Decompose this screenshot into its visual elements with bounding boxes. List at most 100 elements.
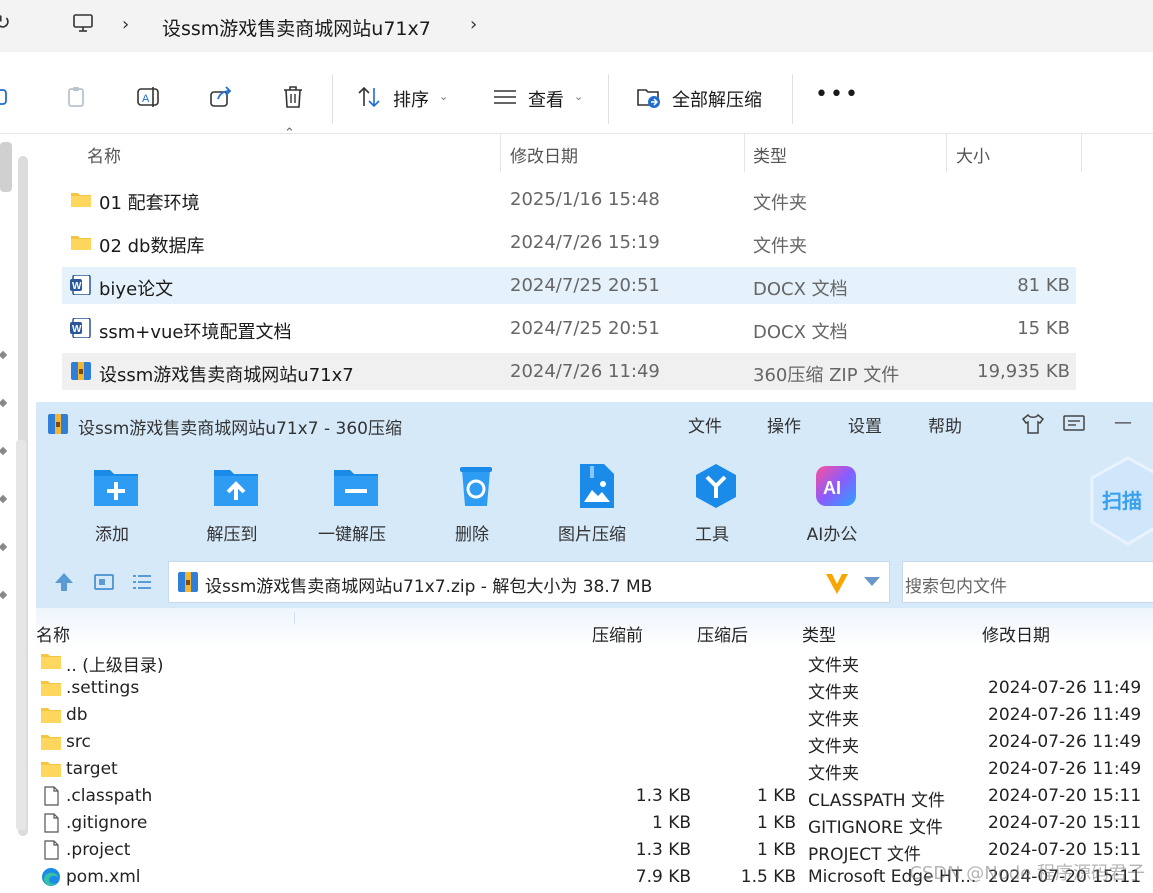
column-divider[interactable] — [294, 612, 295, 624]
thumbnail-view-icon[interactable] — [92, 570, 116, 594]
tools-button[interactable]: 工具 — [662, 458, 762, 548]
svg-text:A: A — [142, 93, 150, 105]
path-dropdown-icon[interactable] — [864, 577, 880, 586]
menu-operation[interactable]: 操作 — [767, 412, 801, 437]
view-button-label[interactable]: 查看 — [528, 86, 564, 112]
file-modified: 2024/7/25 20:51 — [510, 318, 660, 339]
column-name[interactable]: 名称 — [36, 621, 70, 646]
archive-path-field[interactable]: 设ssm游戏售卖商城网站u71x7.zip - 解包大小为 38.7 MB — [168, 561, 890, 603]
zip-entry-row[interactable]: .settings 文件夹 2024-07-26 11:49 — [36, 675, 1153, 703]
feedback-message-icon[interactable] — [1062, 412, 1086, 436]
scan-button[interactable]: 扫描 — [1088, 456, 1153, 546]
expand-chevron-icon[interactable] — [0, 542, 8, 552]
sort-icon[interactable] — [356, 84, 382, 110]
refresh-icon[interactable]: ↻ — [0, 10, 11, 34]
zip-archive-icon — [71, 362, 91, 380]
expand-chevron-icon[interactable] — [0, 398, 8, 408]
archive-search-input[interactable]: 搜索包内文件 — [902, 561, 1153, 603]
skin-shirt-icon[interactable] — [1020, 412, 1046, 436]
column-compressed-before[interactable]: 压缩前 — [592, 621, 643, 646]
rename-icon[interactable]: A — [136, 84, 162, 110]
column-modified[interactable]: 修改日期 — [982, 621, 1050, 646]
tools-icon — [696, 464, 736, 508]
file-icon — [44, 813, 59, 833]
extract-to-button[interactable]: 解压到 — [182, 458, 282, 548]
one-click-extract-button[interactable]: 一键解压 — [302, 458, 402, 548]
file-icon — [44, 786, 59, 806]
explorer-scrollbar[interactable] — [16, 440, 26, 830]
screen: ↻ › 设ssm游戏售卖商城网站u71x7 › A 排序 ⌄ 查看 ⌄ 全部解压… — [0, 0, 1153, 893]
entry-modified: 2024-07-20 15:11 — [988, 813, 1142, 833]
entry-size-before: 1 KB — [651, 813, 691, 833]
column-compressed-after[interactable]: 压缩后 — [697, 621, 748, 646]
breadcrumb-current[interactable]: 设ssm游戏售卖商城网站u71x7 — [162, 14, 431, 41]
zip-app-icon — [48, 414, 68, 434]
zip-entry-row[interactable]: .. (上级目录) 文件夹 — [36, 648, 1153, 676]
toolbar-divider — [792, 74, 793, 124]
zip-entry-row[interactable]: .classpath 1.3 KB 1 KB CLASSPATH 文件 2024… — [36, 783, 1153, 811]
minimize-icon[interactable]: — — [1114, 412, 1132, 433]
view-icon[interactable] — [492, 84, 518, 110]
expand-chevron-icon[interactable] — [0, 494, 8, 504]
chevron-down-icon[interactable]: ⌄ — [439, 90, 448, 103]
extract-all-button-label[interactable]: 全部解压缩 — [672, 86, 762, 112]
file-row[interactable]: 01 配套环境 2025/1/16 15:48 文件夹 — [62, 181, 1076, 218]
more-options-icon[interactable]: ••• — [815, 82, 860, 107]
zip-entry-row[interactable]: .gitignore 1 KB 1 KB GITIGNORE 文件 2024-0… — [36, 810, 1153, 838]
file-row[interactable]: 02 db数据库 2024/7/26 15:19 文件夹 — [62, 224, 1076, 261]
column-divider[interactable] — [744, 134, 745, 172]
file-row[interactable]: W ssm+vue环境配置文档 2024/7/25 20:51 DOCX 文档 … — [62, 310, 1076, 347]
this-pc-icon[interactable] — [72, 12, 94, 34]
list-view-icon[interactable] — [130, 570, 154, 594]
column-divider[interactable] — [1081, 134, 1082, 172]
menu-settings[interactable]: 设置 — [848, 412, 882, 437]
file-type: DOCX 文档 — [753, 322, 848, 343]
file-modified: 2024/7/26 15:19 — [510, 232, 660, 253]
folder-icon — [41, 735, 61, 750]
delete-icon[interactable] — [280, 84, 306, 110]
zip-entry-row[interactable]: db 文件夹 2024-07-26 11:49 — [36, 702, 1153, 730]
zip-entry-row[interactable]: src 文件夹 2024-07-26 11:49 — [36, 729, 1153, 757]
entry-type: CLASSPATH 文件 — [808, 791, 945, 811]
column-modified[interactable]: 修改日期 — [510, 142, 578, 167]
expand-chevron-icon[interactable] — [0, 350, 8, 360]
add-button[interactable]: 添加 — [62, 458, 162, 548]
paste-icon[interactable] — [64, 84, 90, 110]
column-size[interactable]: 大小 — [956, 142, 990, 167]
column-divider[interactable] — [946, 134, 947, 172]
file-row[interactable]: 设ssm游戏售卖商城网站u71x7 2024/7/26 11:49 360压缩 … — [62, 353, 1076, 390]
expand-chevron-icon[interactable] — [0, 446, 8, 456]
expand-chevron-icon[interactable] — [0, 590, 8, 600]
zip-window: 设ssm游戏售卖商城网站u71x7 - 360压缩 文件 操作 设置 帮助 — … — [36, 402, 1153, 893]
ai-office-button[interactable]: AI AI办公 — [782, 458, 882, 548]
entry-type: 文件夹 — [808, 656, 859, 676]
column-type[interactable]: 类型 — [753, 142, 787, 167]
extract-all-icon[interactable] — [636, 84, 662, 110]
column-name[interactable]: 名称 — [87, 142, 121, 167]
menu-help[interactable]: 帮助 — [928, 412, 962, 437]
v-logo-icon[interactable] — [823, 569, 851, 597]
chevron-down-icon[interactable]: ⌄ — [574, 90, 583, 103]
svg-text:AI: AI — [823, 478, 841, 498]
file-name: 02 db数据库 — [99, 236, 205, 257]
nav-pane-scroll-thumb[interactable] — [0, 142, 12, 192]
file-row[interactable]: W biye论文 2024/7/25 20:51 DOCX 文档 81 KB — [62, 267, 1076, 304]
copy-icon[interactable] — [0, 84, 14, 110]
entry-name: .settings — [66, 678, 140, 698]
up-level-icon[interactable] — [52, 570, 76, 594]
column-type[interactable]: 类型 — [802, 621, 836, 646]
delete-button[interactable]: 删除 — [422, 458, 522, 548]
image-compress-button[interactable]: 图片压缩 — [542, 458, 642, 548]
entry-size-before: 1.3 KB — [635, 786, 691, 806]
zip-entry-row[interactable]: target 文件夹 2024-07-26 11:49 — [36, 756, 1153, 784]
ai-office-button-label: AI办公 — [806, 525, 858, 545]
breadcrumb-chevron-icon[interactable]: › — [470, 14, 477, 35]
entry-modified: 2024-07-26 11:49 — [988, 759, 1142, 779]
share-icon[interactable] — [208, 84, 234, 110]
file-modified: 2024/7/25 20:51 — [510, 275, 660, 296]
menu-file[interactable]: 文件 — [688, 412, 722, 437]
column-divider[interactable] — [500, 134, 501, 172]
zip-column-header: 名称 压缩前 压缩后 类型 修改日期 — [36, 608, 1153, 648]
breadcrumb-chevron-icon[interactable]: › — [122, 14, 129, 35]
sort-button-label[interactable]: 排序 — [393, 86, 429, 112]
